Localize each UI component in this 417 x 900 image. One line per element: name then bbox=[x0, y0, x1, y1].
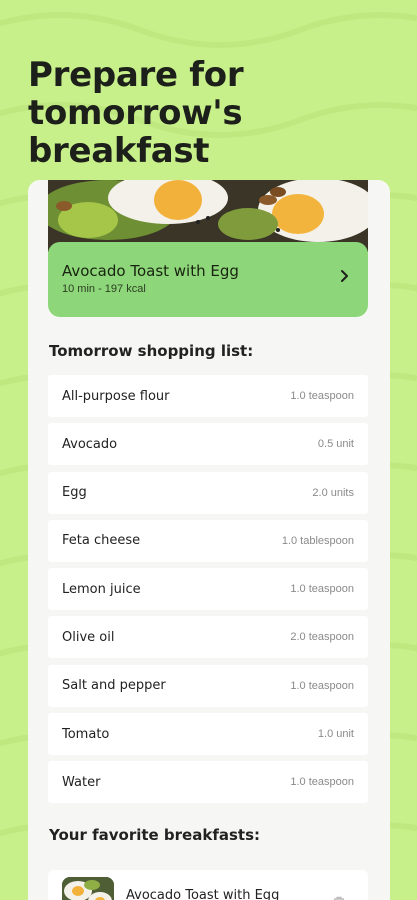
item-name: Water bbox=[62, 774, 101, 790]
item-name: Salt and pepper bbox=[62, 678, 166, 694]
item-quantity: 1.0 teaspoon bbox=[290, 390, 354, 402]
list-item[interactable]: Salt and pepper 1.0 teaspoon bbox=[48, 664, 368, 707]
item-name: Lemon juice bbox=[62, 581, 141, 597]
favorite-thumbnail bbox=[62, 877, 114, 900]
favorite-title: Avocado Toast with Egg bbox=[126, 887, 280, 900]
item-name: Feta cheese bbox=[62, 533, 141, 549]
item-quantity: 1.0 teaspoon bbox=[290, 776, 354, 789]
item-name: Egg bbox=[62, 485, 87, 501]
list-item[interactable]: Olive oil 2.0 teaspoon bbox=[48, 616, 368, 659]
list-item[interactable]: All-purpose flour 1.0 teaspoon bbox=[48, 375, 368, 417]
item-name: Avocado bbox=[62, 436, 118, 452]
favorite-item[interactable]: Avocado Toast with Egg bbox=[48, 870, 368, 900]
item-quantity: 2.0 teaspoon bbox=[290, 631, 354, 644]
item-name: Olive oil bbox=[62, 629, 115, 645]
recipe-title: Avocado Toast with Egg bbox=[62, 262, 239, 280]
content-card: Avocado Toast with Egg 10 min - 197 kcal… bbox=[28, 180, 390, 900]
item-quantity: 1.0 teaspoon bbox=[290, 679, 354, 692]
shopping-list: All-purpose flour 1.0 teaspoon Avocado 0… bbox=[48, 375, 368, 810]
item-quantity: 1.0 unit bbox=[317, 728, 354, 741]
item-quantity: 1.0 tablespoon bbox=[281, 534, 354, 547]
favorites-title: Your favorite breakfasts: bbox=[49, 826, 261, 844]
list-item[interactable]: Feta cheese 1.0 tablespoon bbox=[48, 519, 368, 562]
item-quantity: 2.0 units bbox=[312, 486, 354, 499]
item-quantity: 1.0 teaspoon bbox=[290, 583, 354, 596]
recipe-meta: 10 min - 197 kcal bbox=[62, 283, 146, 295]
shopping-list-title: Tomorrow shopping list: bbox=[49, 342, 254, 360]
recipe-banner[interactable]: Avocado Toast with Egg 10 min - 197 kcal bbox=[48, 242, 368, 317]
list-item[interactable]: Avocado 0.5 unit bbox=[48, 423, 368, 466]
trash-icon[interactable] bbox=[332, 896, 346, 900]
item-name: All-purpose flour bbox=[62, 388, 170, 404]
page-headline: Prepare for tomorrow's breakfast bbox=[28, 55, 244, 171]
list-item[interactable]: Tomato 1.0 unit bbox=[48, 713, 368, 756]
list-item[interactable]: Lemon juice 1.0 teaspoon bbox=[48, 568, 368, 611]
item-quantity: 0.5 unit bbox=[317, 438, 354, 451]
item-name: Tomato bbox=[62, 726, 110, 742]
list-item[interactable]: Egg 2.0 units bbox=[48, 471, 368, 514]
chevron-right-icon bbox=[341, 270, 348, 282]
list-item[interactable]: Water 1.0 teaspoon bbox=[48, 761, 368, 804]
